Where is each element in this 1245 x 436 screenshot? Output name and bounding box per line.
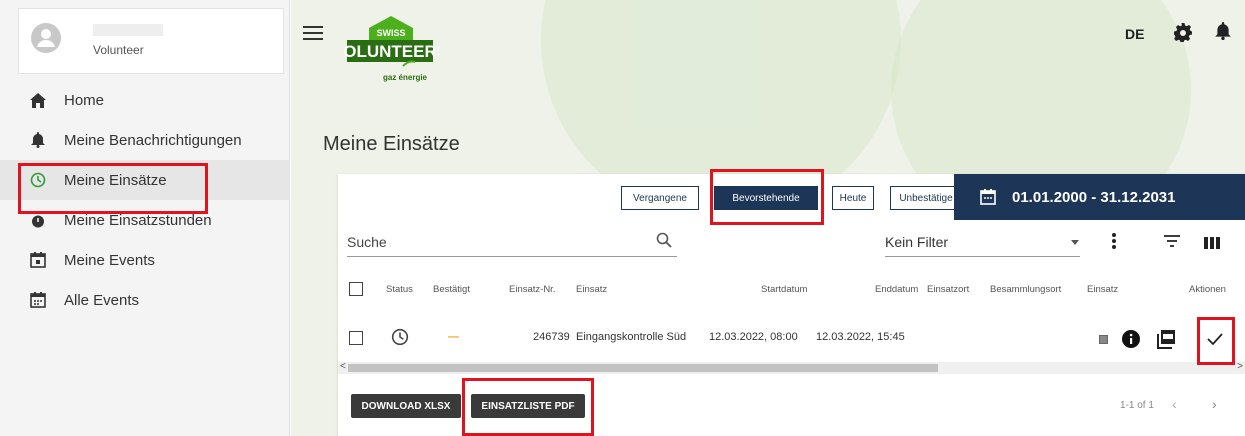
date-range-text: 01.01.2000 - 31.12.2031 xyxy=(1012,188,1176,206)
chevron-right-icon[interactable]: › xyxy=(1212,396,1217,412)
cell-startdatum: 12.03.2022, 08:00 xyxy=(709,331,798,343)
search-underline xyxy=(347,256,677,257)
more-vert-icon[interactable] xyxy=(1111,232,1117,255)
user-icon xyxy=(37,29,55,47)
einsaetze-card: Vergangene Bevorstehende Heute Unbestäti… xyxy=(338,174,1245,436)
filter-vergangene-button[interactable]: Vergangene xyxy=(621,186,699,210)
calendar-event-icon xyxy=(28,250,48,270)
sidebar-item-label: Alle Events xyxy=(64,291,140,309)
row-checkbox[interactable] xyxy=(349,331,363,345)
user-name xyxy=(93,24,163,36)
svg-text:VOLUNTEERS: VOLUNTEERS xyxy=(343,42,439,61)
stopwatch-icon xyxy=(28,210,48,230)
download-xlsx-button[interactable]: DOWNLOAD XLSX xyxy=(351,394,461,418)
column-header-aktionen: Aktionen xyxy=(1189,284,1226,295)
sidebar-item-home[interactable]: Home xyxy=(0,80,290,120)
filter-heute-button[interactable]: Heute xyxy=(832,186,874,210)
column-header-bestaetigt[interactable]: Bestätigt xyxy=(433,284,470,295)
cell-enddatum: 12.03.2022, 15:45 xyxy=(816,331,905,343)
sidebar-item-label: Meine Events xyxy=(64,251,155,269)
small-square-icon xyxy=(1099,335,1108,344)
info-icon[interactable] xyxy=(1121,329,1141,354)
top-bar: SWISS VOLUNTEERS gaz énergie DE xyxy=(291,0,1245,90)
hamburger-menu-icon[interactable] xyxy=(303,26,323,42)
sidebar: Volunteer Home Meine Benachrichtigungen … xyxy=(0,0,290,436)
column-header-besammlungsort[interactable]: Besammlungsort xyxy=(990,284,1061,295)
user-panel[interactable]: Volunteer xyxy=(18,8,284,74)
search-icon[interactable] xyxy=(656,232,672,253)
scroll-right-icon[interactable]: > xyxy=(1237,361,1243,372)
column-header-einsatzort[interactable]: Einsatzort xyxy=(927,284,969,295)
filter-list-icon[interactable] xyxy=(1164,234,1180,252)
chevron-left-icon[interactable]: ‹ xyxy=(1172,396,1177,412)
calendar-icon xyxy=(28,290,48,310)
column-header-einsatz[interactable]: Einsatz xyxy=(576,284,607,295)
filter-underline xyxy=(885,256,1080,257)
cell-einsatz[interactable]: Eingangskontrolle Süd xyxy=(576,331,686,343)
horizontal-scrollbar[interactable]: < > xyxy=(338,361,1245,374)
sidebar-nav: Home Meine Benachrichtigungen Meine Eins… xyxy=(0,80,290,320)
cell-einsatz-nr: 246739 xyxy=(533,331,570,343)
sidebar-item-events[interactable]: Meine Events xyxy=(0,240,290,280)
user-role: Volunteer xyxy=(93,43,144,57)
main-content: SWISS VOLUNTEERS gaz énergie DE Meine Ei… xyxy=(291,0,1245,436)
filter-unbestaetigte-button[interactable]: Unbestätige xyxy=(890,186,962,210)
sidebar-item-benachrichtigungen[interactable]: Meine Benachrichtigungen xyxy=(0,120,290,160)
sidebar-item-label: Home xyxy=(64,91,105,109)
gear-icon[interactable] xyxy=(1173,22,1193,47)
bell-icon xyxy=(28,130,48,150)
page-title: Meine Einsätze xyxy=(323,133,460,155)
sidebar-item-label: Meine Benachrichtigungen xyxy=(64,131,242,149)
status-clock-icon xyxy=(391,328,409,351)
notification-bell-icon[interactable] xyxy=(1215,22,1231,45)
filter-bevorstehende-button[interactable]: Bevorstehende xyxy=(714,186,818,210)
avatar xyxy=(31,23,61,53)
sidebar-item-alle-events[interactable]: Alle Events xyxy=(0,280,290,320)
logo: SWISS VOLUNTEERS gaz énergie xyxy=(332,14,448,94)
column-header-startdatum[interactable]: Startdatum xyxy=(761,284,807,295)
home-icon xyxy=(28,90,48,110)
svg-text:gaz énergie: gaz énergie xyxy=(383,73,428,82)
svg-text:SWISS: SWISS xyxy=(376,28,405,38)
column-header-status[interactable]: Status xyxy=(386,284,413,295)
einsatzliste-pdf-button[interactable]: EINSATZLISTE PDF xyxy=(471,394,585,418)
chevron-down-icon[interactable] xyxy=(1071,240,1079,245)
clock-icon xyxy=(28,170,48,190)
language-selector[interactable]: DE xyxy=(1125,26,1144,42)
column-header-einsatz-nr[interactable]: Einsatz-Nr. xyxy=(509,284,555,295)
scroll-thumb[interactable] xyxy=(348,364,938,372)
pagination-text: 1-1 of 1 xyxy=(1120,400,1154,411)
sidebar-item-einsatzstunden[interactable]: Meine Einsatzstunden xyxy=(0,200,290,240)
view-columns-icon[interactable] xyxy=(1204,236,1220,254)
sidebar-item-einsaetze[interactable]: Meine Einsätze xyxy=(0,160,290,200)
cell-bestaetigt: — xyxy=(448,331,459,343)
sidebar-item-label: Meine Einsatzstunden xyxy=(64,211,212,229)
column-header-enddatum[interactable]: Enddatum xyxy=(875,284,918,295)
sidebar-item-label: Meine Einsätze xyxy=(64,171,167,189)
date-range-picker[interactable]: 01.01.2000 - 31.12.2031 xyxy=(954,174,1245,220)
filter-select[interactable]: Kein Filter xyxy=(885,234,948,250)
scroll-left-icon[interactable]: < xyxy=(340,361,346,372)
column-header-einsatz-2[interactable]: Einsatz xyxy=(1087,284,1121,295)
pdf-icon[interactable] xyxy=(1156,329,1176,354)
calendar-icon xyxy=(980,189,996,205)
search-input[interactable]: Suche xyxy=(347,234,387,250)
confirm-check-icon[interactable] xyxy=(1206,331,1224,352)
select-all-checkbox[interactable] xyxy=(349,282,363,296)
